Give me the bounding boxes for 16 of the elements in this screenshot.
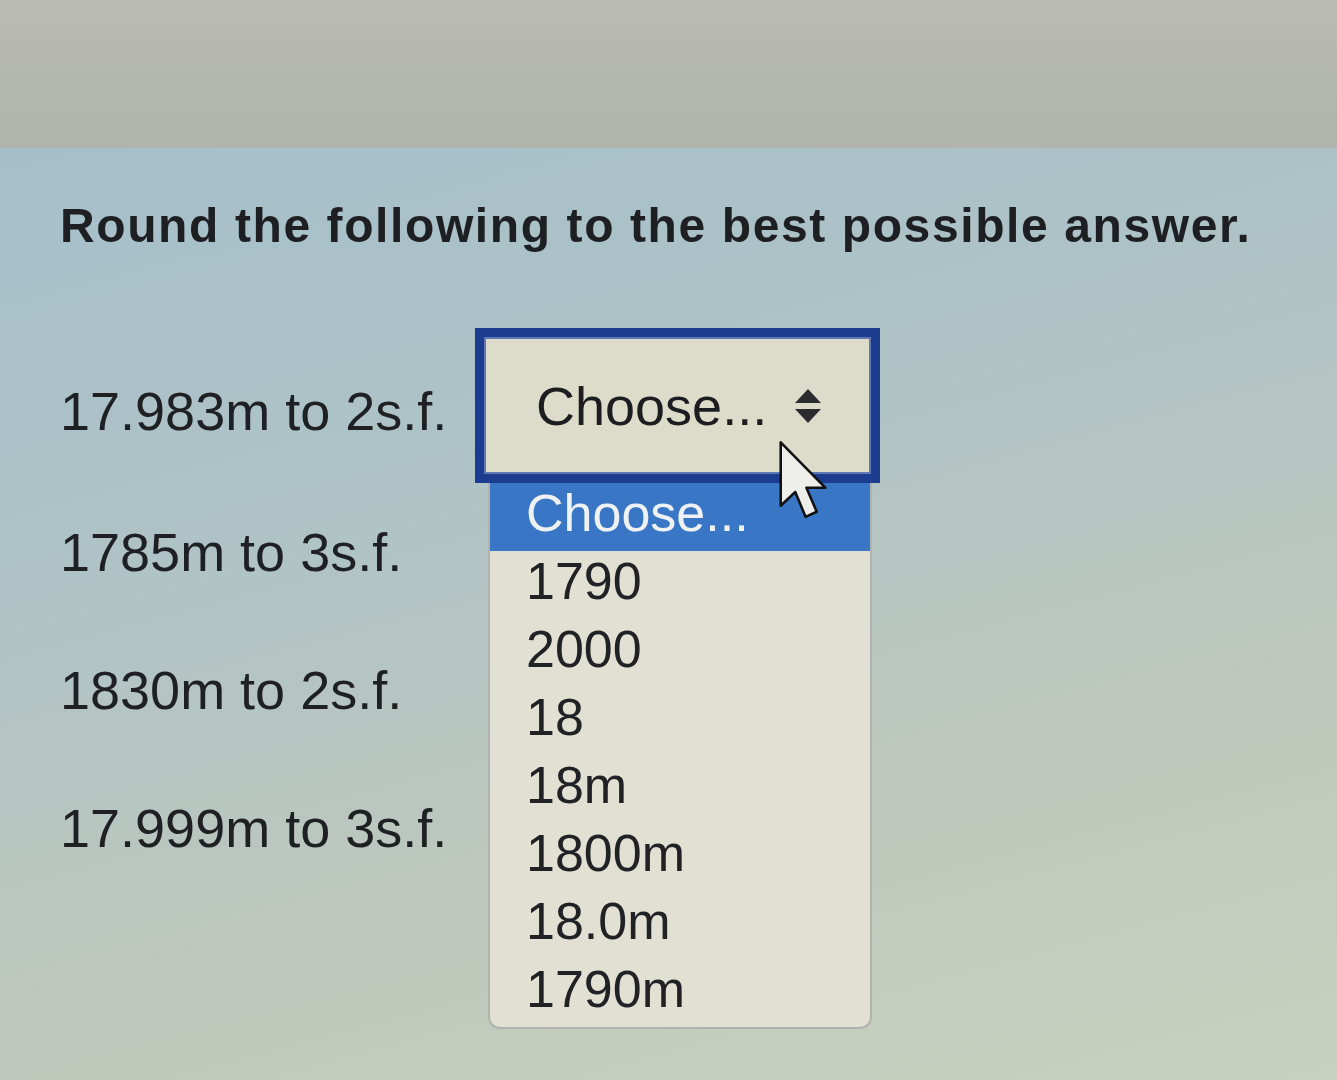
up-down-arrows-icon: [795, 388, 821, 423]
dropdown-option[interactable]: Choose...: [490, 483, 870, 551]
question-text: 17.999m to 3s.f.: [60, 797, 448, 859]
dropdown-option[interactable]: 18: [490, 687, 870, 755]
dropdown-option[interactable]: 18.0m: [490, 891, 870, 959]
dropdown-option[interactable]: 1800m: [490, 823, 870, 891]
dropdown-option[interactable]: 1790: [490, 551, 870, 619]
dropdown-option[interactable]: 2000: [490, 619, 870, 687]
dropdown-option[interactable]: 1790m: [490, 959, 870, 1027]
instruction-text: Round the following to the best possible answer.: [60, 198, 1252, 254]
question-text: 1785m to 3s.f.: [60, 521, 403, 583]
dropdown-option[interactable]: 18m: [490, 755, 870, 823]
question-text: 17.983m to 2s.f.: [60, 379, 448, 442]
dropdown-select[interactable]: Choose...: [475, 328, 880, 483]
pointer-icon: [779, 440, 827, 520]
question-text: 1830m to 2s.f.: [60, 659, 403, 721]
